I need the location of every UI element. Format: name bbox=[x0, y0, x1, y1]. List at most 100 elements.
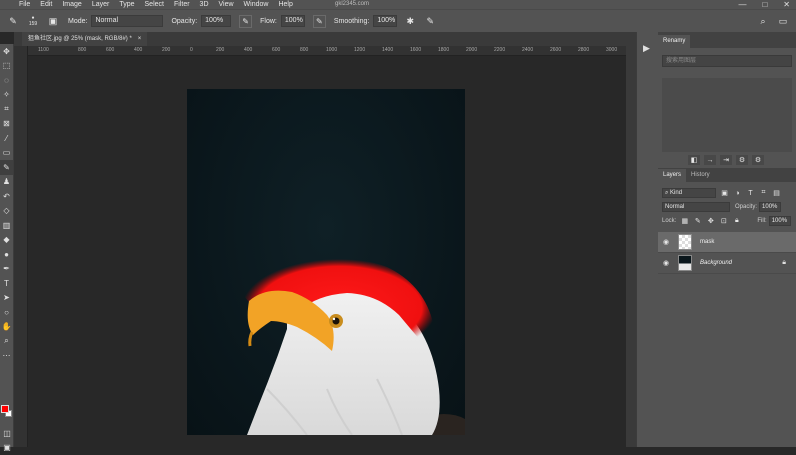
shape-tool-icon[interactable]: ○ bbox=[0, 305, 13, 320]
layer-name[interactable]: Background bbox=[700, 260, 732, 266]
tab-layers[interactable]: Layers bbox=[658, 169, 687, 182]
ruler-tick: 1000 bbox=[326, 47, 338, 53]
blur-tool-icon[interactable]: ◆ bbox=[0, 233, 13, 248]
brush-tool-icon[interactable]: ✎ bbox=[6, 14, 20, 28]
eraser-tool-icon[interactable]: ◇ bbox=[0, 204, 13, 219]
filter-type-icon[interactable]: T bbox=[746, 189, 755, 198]
history-brush-tool-icon[interactable]: ↶ bbox=[0, 189, 13, 204]
workspace-icon[interactable]: ▭ bbox=[776, 14, 790, 28]
play-icon[interactable]: ▶ bbox=[643, 43, 650, 54]
type-tool-icon[interactable]: T bbox=[0, 276, 13, 291]
app-logo bbox=[0, 0, 14, 9]
menu-type[interactable]: Type bbox=[114, 0, 139, 9]
renamy-forward-icon[interactable]: → bbox=[704, 155, 716, 165]
lock-paint-icon[interactable]: ✎ bbox=[693, 217, 702, 226]
ruler-tick: 1600 bbox=[410, 47, 422, 53]
clone-stamp-tool-icon[interactable]: ♟ bbox=[0, 175, 13, 190]
search-icon[interactable]: ⌕ bbox=[756, 14, 770, 28]
ruler-tick: 200 bbox=[162, 47, 171, 53]
tab-renamy[interactable]: Renamy bbox=[658, 35, 691, 48]
frame-tool-icon[interactable]: ⊠ bbox=[0, 117, 13, 132]
canvas-scrollbar[interactable] bbox=[626, 32, 636, 447]
smoothing-input[interactable]: 100% bbox=[373, 15, 398, 27]
minimize-button[interactable]: — bbox=[738, 0, 746, 9]
renamy-search-input[interactable]: 搜索用图层 bbox=[662, 55, 792, 67]
crop-tool-icon[interactable]: ⌗ bbox=[0, 102, 13, 117]
pressure-size-icon[interactable]: ✎ bbox=[423, 14, 437, 28]
layer-opacity-input[interactable]: 100% bbox=[759, 202, 782, 212]
menu-view[interactable]: View bbox=[214, 0, 239, 9]
menu-bar: File Edit Image Layer Type Select Filter… bbox=[0, 0, 796, 9]
gradient-tool-icon[interactable]: ▥ bbox=[0, 218, 13, 233]
filter-pixel-icon[interactable]: ▣ bbox=[720, 189, 729, 198]
brush-tool-icon[interactable]: ✎ bbox=[0, 160, 13, 175]
visibility-eye-icon[interactable]: ◉ bbox=[658, 259, 674, 267]
renamy-gear-icon[interactable]: ⚙ bbox=[752, 155, 764, 165]
flow-input[interactable]: 100% bbox=[280, 15, 305, 27]
lock-all-icon[interactable]: 🔒︎ bbox=[732, 217, 741, 226]
tab-history[interactable]: History bbox=[686, 169, 715, 182]
close-window-button[interactable]: ✕ bbox=[783, 0, 790, 9]
lock-label: Lock: bbox=[662, 218, 677, 224]
options-bar: ✎ ● 159 ▣ Mode: Normal Opacity: 100% ✎ Fl… bbox=[0, 9, 796, 32]
blend-mode-select[interactable]: Normal bbox=[662, 202, 730, 212]
more-tools-icon[interactable]: ⋯ bbox=[0, 349, 13, 364]
menu-select[interactable]: Select bbox=[140, 0, 169, 9]
layer-filter-select[interactable]: ⌕ Kind bbox=[662, 188, 716, 198]
menu-help[interactable]: Help bbox=[273, 0, 297, 9]
brush-preset-picker[interactable]: ● 159 bbox=[26, 14, 40, 28]
eyedropper-tool-icon[interactable]: ⁄ bbox=[0, 131, 13, 146]
airbrush-icon[interactable]: ✎ bbox=[312, 14, 326, 28]
menu-3d[interactable]: 3D bbox=[195, 0, 214, 9]
mode-select[interactable]: Normal bbox=[91, 15, 164, 27]
pressure-opacity-icon[interactable]: ✎ bbox=[239, 14, 253, 28]
maximize-button[interactable]: □ bbox=[762, 0, 767, 9]
ruler-tick: 200 bbox=[216, 47, 225, 53]
lock-position-icon[interactable]: ✥ bbox=[706, 217, 715, 226]
quick-select-tool-icon[interactable]: ✧ bbox=[0, 88, 13, 103]
filter-shape-icon[interactable]: ⌗ bbox=[759, 189, 768, 198]
foreground-color-swatch[interactable] bbox=[1, 405, 9, 413]
zoom-tool-icon[interactable]: ⌕ bbox=[0, 334, 13, 349]
menu-layer[interactable]: Layer bbox=[87, 0, 115, 9]
filter-smart-icon[interactable]: ▤ bbox=[772, 189, 781, 198]
ruler-tick: 2000 bbox=[466, 47, 478, 53]
lasso-tool-icon[interactable]: ◌ bbox=[0, 73, 13, 88]
visibility-eye-icon[interactable]: ◉ bbox=[658, 238, 674, 246]
lock-pixels-icon[interactable]: ▦ bbox=[680, 217, 689, 226]
lock-artboard-icon[interactable]: ⊡ bbox=[719, 217, 728, 226]
layer-name[interactable]: mask bbox=[700, 239, 714, 245]
quick-mask-icon[interactable]: ◫ bbox=[0, 426, 14, 441]
fill-label: Fill: bbox=[757, 218, 767, 224]
ruler-tick: 1200 bbox=[354, 47, 366, 53]
menu-edit[interactable]: Edit bbox=[35, 0, 57, 9]
hand-tool-icon[interactable]: ✋ bbox=[0, 320, 13, 335]
dodge-tool-icon[interactable]: ● bbox=[0, 247, 13, 262]
smoothing-settings-icon[interactable]: ✱ bbox=[403, 14, 417, 28]
layer-row-mask[interactable]: ◉ mask bbox=[658, 232, 796, 253]
fill-input[interactable]: 100% bbox=[768, 216, 791, 226]
close-tab-icon[interactable]: × bbox=[138, 32, 142, 46]
eagle-photo bbox=[242, 259, 465, 435]
healing-brush-tool-icon[interactable]: ▭ bbox=[0, 146, 13, 161]
marquee-tool-icon[interactable]: ⬚ bbox=[0, 59, 13, 74]
menu-file[interactable]: File bbox=[14, 0, 35, 9]
move-tool-icon[interactable]: ✥ bbox=[0, 44, 13, 59]
renamy-action-icon[interactable]: ◧ bbox=[688, 155, 700, 165]
canvas-area[interactable] bbox=[28, 56, 626, 447]
path-select-tool-icon[interactable]: ➤ bbox=[0, 291, 13, 306]
screen-mode-icon[interactable]: ▣ bbox=[0, 440, 14, 455]
filter-adjust-icon[interactable]: ◑ bbox=[733, 189, 742, 198]
layer-row-background[interactable]: ◉ Background 🔒︎ bbox=[658, 253, 796, 274]
ruler-tick: 600 bbox=[272, 47, 281, 53]
brush-settings-icon[interactable]: ▣ bbox=[46, 14, 60, 28]
document-canvas[interactable] bbox=[187, 89, 465, 435]
menu-image[interactable]: Image bbox=[57, 0, 86, 9]
pen-tool-icon[interactable]: ✒ bbox=[0, 262, 13, 277]
document-tab[interactable]: 狙鱼社区.jpg @ 25% (mask, RGB/8#) * × bbox=[22, 32, 148, 46]
opacity-input[interactable]: 100% bbox=[201, 15, 232, 27]
renamy-settings-icon[interactable]: ⚙ bbox=[736, 155, 748, 165]
renamy-apply-icon[interactable]: ⇥ bbox=[720, 155, 732, 165]
menu-filter[interactable]: Filter bbox=[169, 0, 195, 9]
menu-window[interactable]: Window bbox=[239, 0, 274, 9]
